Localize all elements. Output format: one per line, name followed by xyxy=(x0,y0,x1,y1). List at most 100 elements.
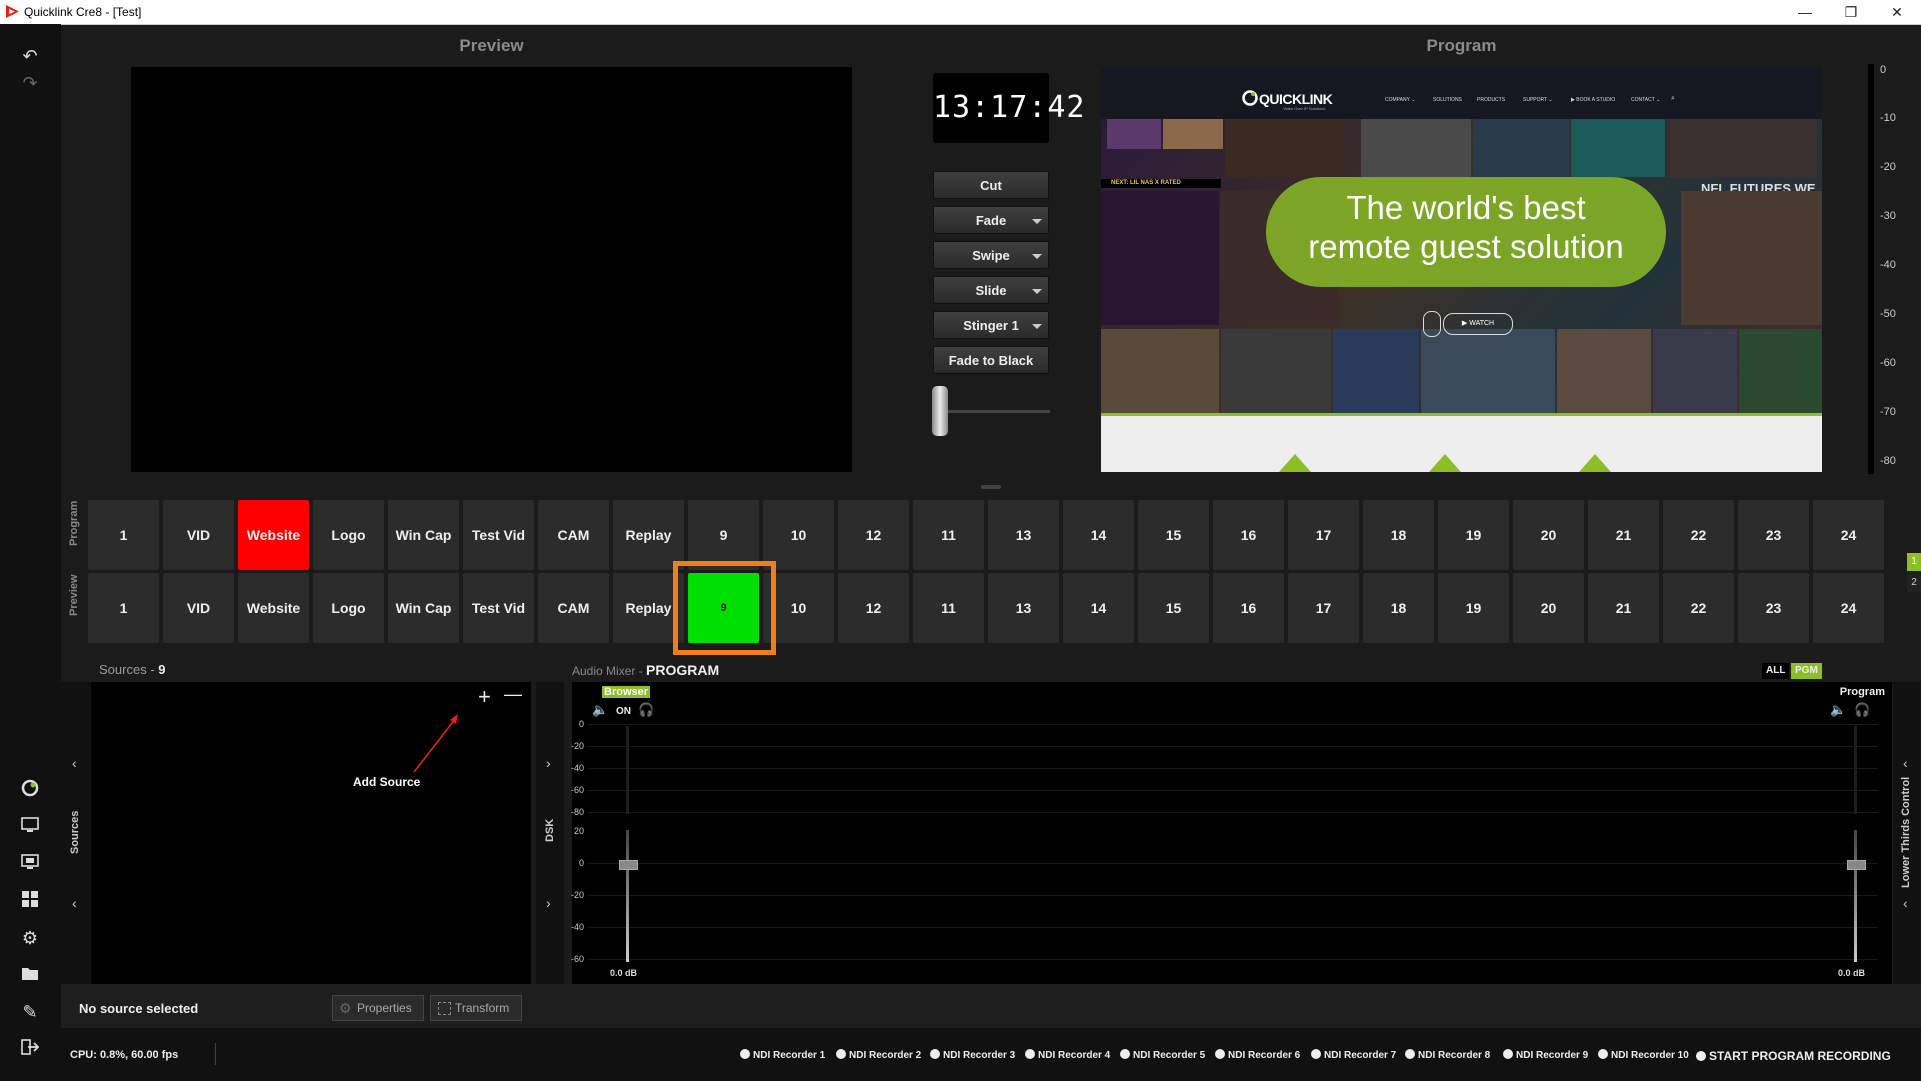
ndi-recorder-button[interactable]: NDI Recorder 4 xyxy=(1025,1049,1110,1061)
ndi-recorder-button[interactable]: NDI Recorder 5 xyxy=(1120,1049,1205,1061)
master-fader-handle[interactable] xyxy=(1847,860,1866,870)
chevron-right-icon[interactable]: › xyxy=(546,895,551,911)
program-tile[interactable]: Website xyxy=(238,500,309,570)
cut-button[interactable]: Cut xyxy=(933,171,1049,199)
transform-button[interactable]: Transform xyxy=(430,995,522,1021)
quicklink-icon[interactable] xyxy=(18,778,42,802)
program-tile[interactable]: VID xyxy=(163,500,234,570)
monitor-icon[interactable] xyxy=(18,815,42,839)
program-tile[interactable]: 10 xyxy=(763,500,834,570)
settings-icon[interactable]: ⚙ xyxy=(18,926,42,950)
program-tile[interactable]: 14 xyxy=(1063,500,1134,570)
master-speaker-icon[interactable]: 🔈 xyxy=(1830,702,1846,718)
redo-icon[interactable]: ↷ xyxy=(18,71,42,95)
preview-tile[interactable]: 14 xyxy=(1063,573,1134,643)
stinger-button[interactable]: Stinger 1 xyxy=(933,311,1049,339)
preview-tile[interactable]: 20 xyxy=(1513,573,1584,643)
preview-tile[interactable]: 13 xyxy=(988,573,1059,643)
chevron-left-icon[interactable]: ‹ xyxy=(72,755,77,771)
ndi-recorder-button[interactable]: NDI Recorder 2 xyxy=(836,1049,921,1061)
sources-side-tab[interactable]: ‹ Sources ‹ xyxy=(61,682,91,984)
preview-tile[interactable]: Website xyxy=(238,573,309,643)
program-monitor[interactable]: QUICKLINK Video Over IP Solutions COMPAN… xyxy=(1101,67,1822,472)
preview-tile[interactable]: 23 xyxy=(1738,573,1809,643)
filter-all-button[interactable]: ALL xyxy=(1762,663,1790,679)
program-tile[interactable]: Replay xyxy=(613,500,684,570)
chevron-left-icon[interactable]: ‹ xyxy=(1903,755,1908,771)
program-tile[interactable]: 11 xyxy=(913,500,984,570)
maximize-button[interactable]: ❐ xyxy=(1828,0,1874,24)
program-tile[interactable]: 1 xyxy=(88,500,159,570)
sources-list[interactable]: + — Add Source xyxy=(92,682,530,984)
preview-tile[interactable]: VID xyxy=(163,573,234,643)
chevron-down-icon[interactable] xyxy=(1032,254,1042,259)
channel-fader-handle[interactable] xyxy=(619,860,638,870)
program-tile[interactable]: 22 xyxy=(1663,500,1734,570)
add-source-button[interactable]: + xyxy=(478,684,491,710)
program-tile[interactable]: 17 xyxy=(1288,500,1359,570)
headphones-icon[interactable]: 🎧 xyxy=(638,702,654,718)
preview-tile[interactable]: 21 xyxy=(1588,573,1659,643)
preview-monitor[interactable] xyxy=(131,67,852,472)
folder-icon[interactable] xyxy=(18,963,42,987)
ndi-recorder-button[interactable]: NDI Recorder 3 xyxy=(930,1049,1015,1061)
program-tile[interactable]: 19 xyxy=(1438,500,1509,570)
program-tile[interactable]: 12 xyxy=(838,500,909,570)
preview-tile[interactable]: 12 xyxy=(838,573,909,643)
program-tile[interactable]: Win Cap xyxy=(388,500,459,570)
preview-tile[interactable]: 11 xyxy=(913,573,984,643)
chevron-down-icon[interactable] xyxy=(1032,289,1042,294)
chevron-left-icon[interactable]: ‹ xyxy=(72,895,77,911)
fade-button[interactable]: Fade xyxy=(933,206,1049,234)
program-tile[interactable]: CAM xyxy=(538,500,609,570)
preview-tile[interactable]: Logo xyxy=(313,573,384,643)
program-tile[interactable]: 13 xyxy=(988,500,1059,570)
dsk-side-tab[interactable]: › DSK › xyxy=(536,682,564,984)
tbar-handle[interactable] xyxy=(932,386,948,436)
slide-button[interactable]: Slide xyxy=(933,276,1049,304)
page-1-button[interactable]: 1 xyxy=(1907,553,1921,571)
master-headphones-icon[interactable]: 🎧 xyxy=(1854,702,1870,718)
page-2-button[interactable]: 2 xyxy=(1907,574,1921,592)
program-tile[interactable]: 18 xyxy=(1363,500,1434,570)
start-program-recording-button[interactable]: START PROGRAM RECORDING xyxy=(1696,1049,1891,1063)
preview-tile[interactable]: 19 xyxy=(1438,573,1509,643)
preview-tile[interactable]: 15 xyxy=(1138,573,1209,643)
preview-tile[interactable]: 16 xyxy=(1213,573,1284,643)
screen-share-icon[interactable] xyxy=(18,852,42,876)
minimize-button[interactable]: — xyxy=(1782,0,1828,24)
preview-tile[interactable]: 22 xyxy=(1663,573,1734,643)
program-tile[interactable]: 20 xyxy=(1513,500,1584,570)
filter-pgm-button[interactable]: PGM xyxy=(1791,663,1822,679)
chevron-down-icon[interactable] xyxy=(1032,324,1042,329)
ndi-recorder-button[interactable]: NDI Recorder 1 xyxy=(740,1049,825,1061)
preview-tile[interactable]: CAM xyxy=(538,573,609,643)
preview-tile[interactable]: Win Cap xyxy=(388,573,459,643)
ndi-recorder-button[interactable]: NDI Recorder 10 xyxy=(1598,1049,1689,1061)
preview-tile[interactable]: 1 xyxy=(88,573,159,643)
undo-icon[interactable]: ↶ xyxy=(18,44,42,68)
program-tile[interactable]: Test Vid xyxy=(463,500,534,570)
preview-tile[interactable]: 18 xyxy=(1363,573,1434,643)
ndi-recorder-button[interactable]: NDI Recorder 8 xyxy=(1405,1049,1490,1061)
lower-thirds-side-tab[interactable]: ‹ Lower Thirds Control ‹ xyxy=(1893,682,1921,984)
ndi-recorder-button[interactable]: NDI Recorder 9 xyxy=(1503,1049,1588,1061)
program-tile[interactable]: 21 xyxy=(1588,500,1659,570)
grid-icon[interactable] xyxy=(18,889,42,913)
program-tile[interactable]: 23 xyxy=(1738,500,1809,570)
chevron-right-icon[interactable]: › xyxy=(546,755,551,771)
properties-button[interactable]: ⚙ Properties xyxy=(332,995,424,1021)
panel-splitter[interactable] xyxy=(981,485,1001,489)
swipe-button[interactable]: Swipe xyxy=(933,241,1049,269)
ndi-recorder-button[interactable]: NDI Recorder 7 xyxy=(1311,1049,1396,1061)
preview-tile[interactable]: 24 xyxy=(1813,573,1884,643)
tools-icon[interactable]: ✎ xyxy=(18,1000,42,1024)
fade-to-black-button[interactable]: Fade to Black xyxy=(933,346,1049,374)
speaker-icon[interactable]: 🔈 xyxy=(592,702,608,718)
program-tile[interactable]: 16 xyxy=(1213,500,1284,570)
program-tile[interactable]: 9 xyxy=(688,500,759,570)
program-tile[interactable]: Logo xyxy=(313,500,384,570)
ndi-recorder-button[interactable]: NDI Recorder 6 xyxy=(1215,1049,1300,1061)
remove-source-button[interactable]: — xyxy=(504,684,522,705)
close-button[interactable]: ✕ xyxy=(1874,0,1920,24)
